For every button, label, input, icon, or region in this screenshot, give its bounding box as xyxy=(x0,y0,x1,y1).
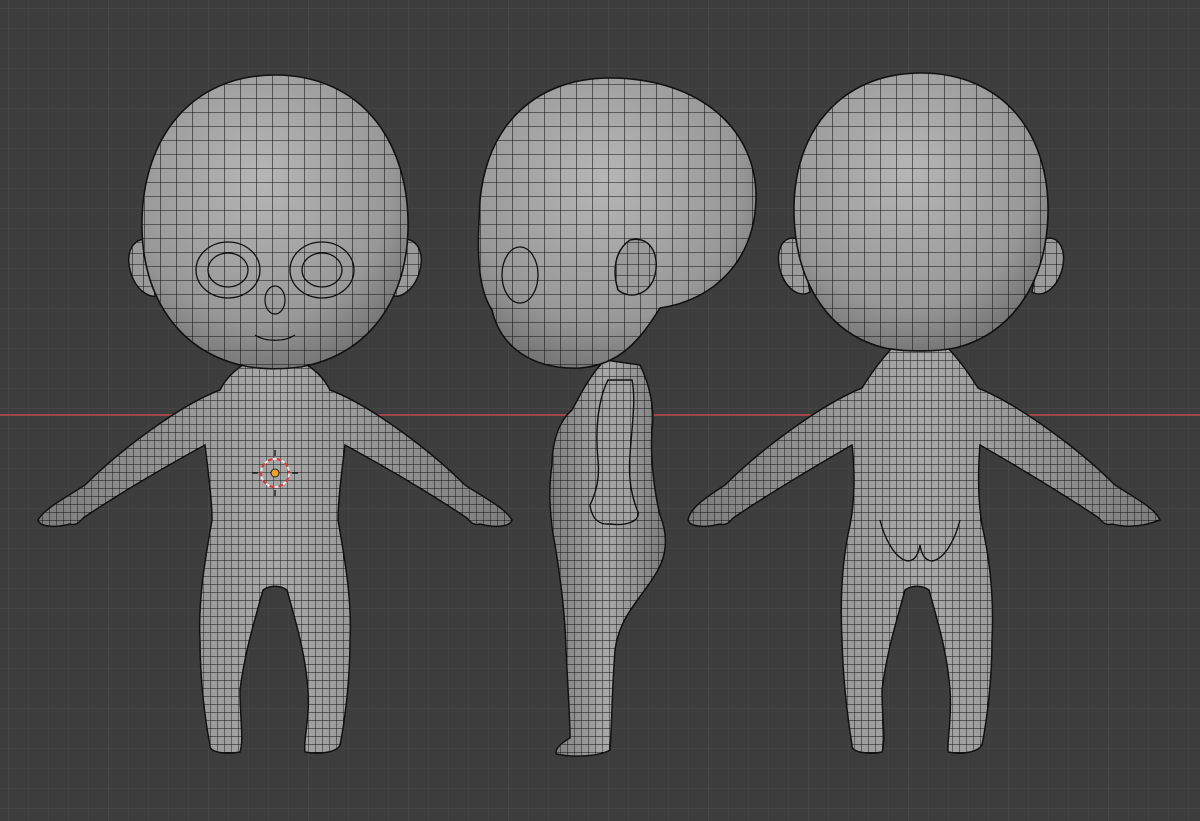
3d-viewport[interactable] xyxy=(0,0,1200,821)
front-head xyxy=(141,74,409,370)
object-origin-icon[interactable] xyxy=(270,468,280,478)
viewport-canvas[interactable] xyxy=(0,0,1200,821)
back-head xyxy=(793,72,1049,352)
